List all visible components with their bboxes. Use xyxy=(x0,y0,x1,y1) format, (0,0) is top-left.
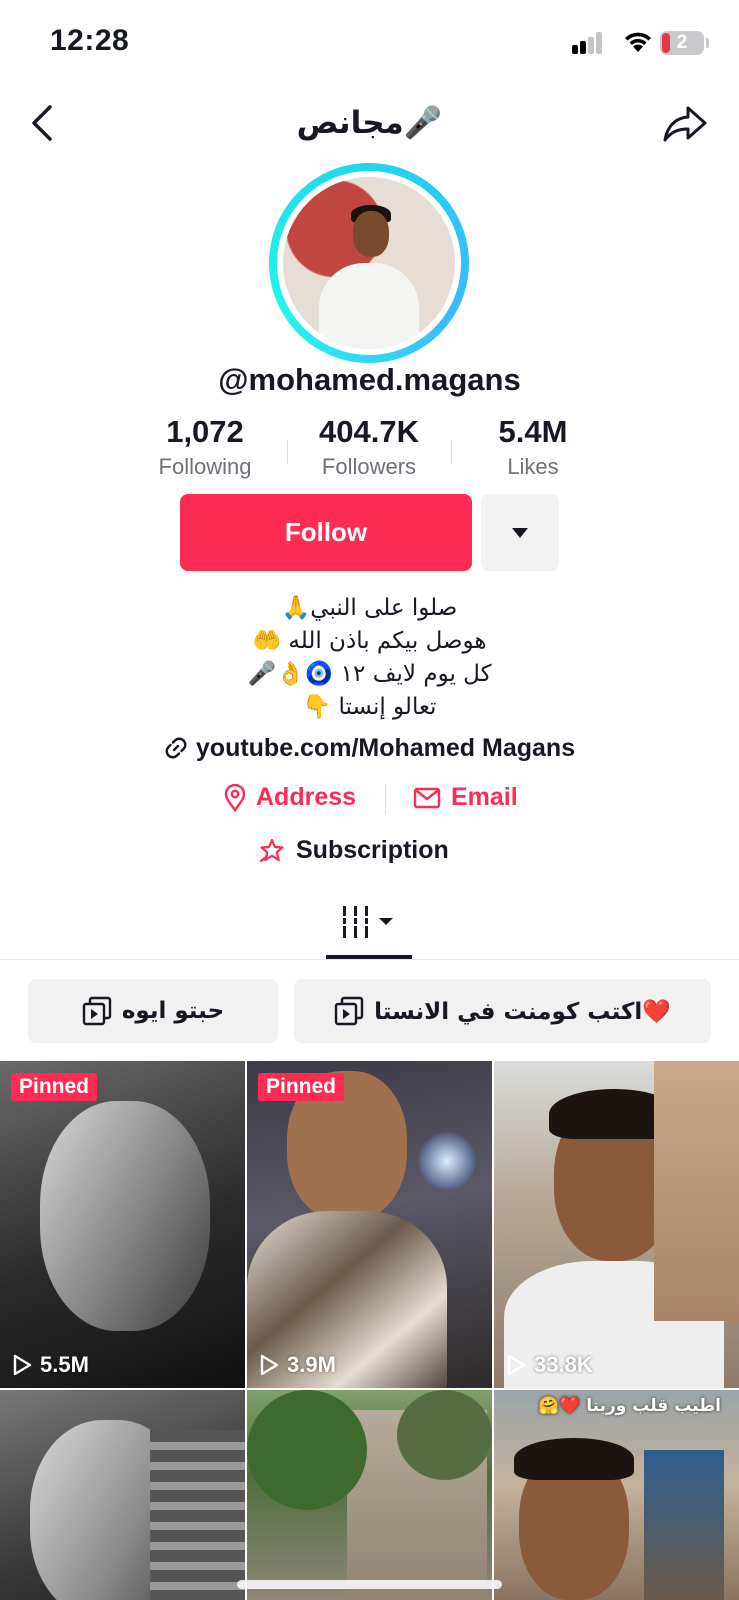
stat-following[interactable]: 1,072 Following xyxy=(125,414,285,480)
play-icon xyxy=(260,1354,279,1376)
video-thumbnail[interactable]: 33.8K xyxy=(494,1061,739,1388)
avatar[interactable] xyxy=(269,163,469,363)
playlist-icon xyxy=(82,996,112,1026)
contact-divider xyxy=(385,784,386,814)
video-thumbnail[interactable]: Pinned 3.9M xyxy=(247,1061,492,1388)
cellular-signal-icon xyxy=(572,32,604,54)
stat-value: 1,072 xyxy=(166,414,244,449)
stat-value: 404.7K xyxy=(319,414,419,449)
envelope-icon xyxy=(413,787,441,808)
link-icon xyxy=(165,737,187,759)
stat-likes[interactable]: 5.4M Likes xyxy=(453,414,613,480)
status-time: 12:28 xyxy=(50,24,130,57)
share-icon[interactable] xyxy=(662,104,708,144)
profile-link-text: youtube.com/Mohamed Magans xyxy=(195,734,576,762)
subscription-label: Subscription xyxy=(296,836,449,864)
email-label: Email xyxy=(451,783,518,811)
stat-label: Following xyxy=(158,454,252,479)
address-label: Address xyxy=(256,783,357,811)
video-thumbnail[interactable]: Pinned 5.5M xyxy=(0,1061,245,1388)
video-thumbnail[interactable] xyxy=(0,1390,245,1600)
bio-line: كل يوم لايف ١٢ 🧿👌🎤 xyxy=(247,661,492,687)
avatar-photo xyxy=(283,177,455,349)
playlist-icon xyxy=(334,996,364,1026)
pinned-badge: Pinned xyxy=(11,1073,98,1101)
bio-line: هوصل بيكم باذن الله 🤲 xyxy=(252,628,487,654)
playlist-label: حبتو ايوه xyxy=(121,998,225,1024)
video-thumbnail[interactable] xyxy=(247,1390,492,1600)
play-icon xyxy=(13,1354,32,1376)
view-count: 5.5M xyxy=(12,1352,89,1378)
profile-link[interactable]: youtube.com/Mohamed Magans xyxy=(0,734,739,763)
view-count-value: 33.8K xyxy=(534,1352,593,1377)
battery-level: 2 xyxy=(676,32,688,53)
address-button[interactable]: Address xyxy=(224,783,356,812)
email-button[interactable]: Email xyxy=(413,783,518,812)
suggested-accounts-button[interactable] xyxy=(481,494,559,571)
home-indicator xyxy=(237,1580,502,1589)
caret-down-icon xyxy=(512,527,528,538)
follow-button[interactable]: Follow xyxy=(180,494,472,571)
video-thumbnail[interactable]: اطيب قلب وربنا ❤️🤗 xyxy=(494,1390,739,1600)
view-count: 33.8K xyxy=(506,1352,593,1378)
stat-followers[interactable]: 404.7K Followers xyxy=(289,414,449,480)
stat-divider xyxy=(287,440,288,464)
battery-tip xyxy=(706,38,709,48)
play-icon xyxy=(507,1354,526,1376)
videos-grid-tab-icon[interactable] xyxy=(341,905,399,939)
subscription-star-icon xyxy=(259,838,284,862)
playlist-card[interactable]: اكتب كومنت في الانستا❤️ xyxy=(294,979,711,1043)
stat-label: Followers xyxy=(321,454,417,479)
pinned-badge: Pinned xyxy=(258,1073,345,1101)
view-count-value: 3.9M xyxy=(287,1352,336,1377)
view-count: 3.9M xyxy=(259,1352,336,1378)
playlist-label: اكتب كومنت في الانستا❤️ xyxy=(374,998,671,1025)
subscription-button[interactable]: Subscription xyxy=(258,836,449,865)
tab-divider xyxy=(0,959,739,960)
playlist-card[interactable]: حبتو ايوه xyxy=(28,979,278,1043)
username: @mohamed.magans xyxy=(218,362,521,397)
stat-label: Likes xyxy=(507,454,559,479)
stat-divider xyxy=(451,440,452,464)
wifi-icon xyxy=(625,32,651,52)
video-caption: اطيب قلب وربنا ❤️🤗 xyxy=(538,1396,721,1416)
view-count-value: 5.5M xyxy=(40,1352,89,1377)
page-title: مجانص🎤 xyxy=(296,105,443,141)
bio-line: تعالو إنستا 👇 xyxy=(302,694,437,720)
battery-icon: 2 xyxy=(660,31,704,55)
location-pin-icon xyxy=(224,783,246,812)
bio-line: صلوا على النبي🙏 xyxy=(281,595,458,621)
stat-value: 5.4M xyxy=(498,414,568,449)
